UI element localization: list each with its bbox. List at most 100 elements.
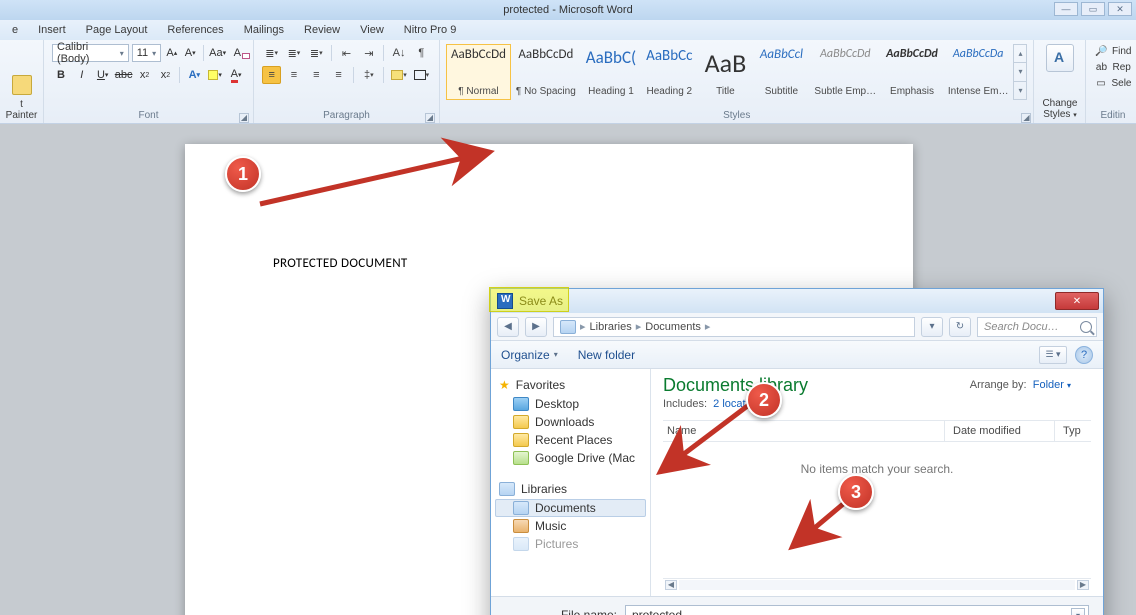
show-marks-button[interactable]: ¶	[412, 44, 431, 62]
superscript-button[interactable]: x2	[157, 66, 175, 84]
sidebar-favorites-header[interactable]: ★Favorites	[495, 375, 646, 395]
window-minimize-button[interactable]: —	[1054, 2, 1078, 16]
pictures-lib-icon	[513, 537, 529, 551]
decrease-indent-button[interactable]: ⇤	[337, 44, 356, 62]
tab-home[interactable]: e	[2, 20, 28, 40]
tab-mailings[interactable]: Mailings	[234, 20, 294, 40]
nav-back-button[interactable]: ◀	[497, 317, 519, 337]
sidebar-libraries-header[interactable]: Libraries	[495, 479, 646, 499]
change-styles-group: Change Styles ▾	[1034, 40, 1086, 123]
change-case-button[interactable]: Aa▾	[209, 44, 227, 62]
column-type[interactable]: Typ	[1055, 421, 1091, 441]
align-left-button[interactable]: ≡	[262, 66, 281, 84]
star-icon: ★	[499, 378, 510, 392]
scroll-right-button[interactable]: ▶	[1077, 580, 1089, 590]
scroll-left-button[interactable]: ◀	[665, 580, 677, 590]
arrange-by-link[interactable]: Folder ▾	[1033, 379, 1071, 391]
file-name-dropdown[interactable]: ▾	[1071, 608, 1085, 615]
nav-forward-button[interactable]: ▶	[525, 317, 547, 337]
tab-nitro[interactable]: Nitro Pro 9	[394, 20, 467, 40]
sidebar-item-pictures[interactable]: Pictures	[495, 535, 646, 553]
desktop-icon	[513, 397, 529, 411]
styles-dialog-launcher[interactable]: ◢	[1021, 113, 1031, 123]
styles-expand[interactable]: ▾	[1014, 82, 1026, 99]
help-button[interactable]: ?	[1075, 346, 1093, 364]
text-effects-button[interactable]: A▾	[185, 66, 203, 84]
clear-formatting-button[interactable]: A	[230, 44, 245, 62]
crumb-libraries[interactable]: Libraries	[590, 321, 632, 333]
font-name-combo[interactable]: Calibri (Body)	[52, 44, 129, 62]
style-item-nospacing[interactable]: AaBbCcDd¶ No Spacing	[511, 44, 581, 100]
search-placeholder: Search Docu…	[984, 321, 1059, 333]
align-center-button[interactable]: ≡	[284, 66, 303, 84]
file-name-field[interactable]: protected▾	[625, 605, 1089, 615]
organize-button[interactable]: Organize ▾	[501, 348, 558, 362]
dialog-titlebar[interactable]: Save As ✕	[491, 289, 1103, 313]
sidebar-item-gdrive[interactable]: Google Drive (Mac	[495, 449, 646, 467]
italic-button[interactable]: I	[73, 66, 91, 84]
shrink-font-button[interactable]: A▾	[182, 44, 197, 62]
font-dialog-launcher[interactable]: ◢	[239, 113, 249, 123]
tab-review[interactable]: Review	[294, 20, 350, 40]
style-item-emphasis[interactable]: AaBbCcDdEmphasis	[881, 44, 943, 100]
style-item-heading1[interactable]: AaBbC(Heading 1	[581, 44, 641, 100]
search-input[interactable]: Search Docu…	[977, 317, 1097, 337]
window-restore-button[interactable]: ▭	[1081, 2, 1105, 16]
tab-view[interactable]: View	[350, 20, 394, 40]
font-color-button[interactable]: A▾	[227, 66, 245, 84]
format-painter-icon[interactable]	[12, 75, 32, 95]
bullet-list-button[interactable]: ≣▾	[262, 44, 281, 62]
align-right-button[interactable]: ≡	[307, 66, 326, 84]
style-item-normal[interactable]: AaBbCcDd¶ Normal	[446, 44, 511, 100]
window-close-button[interactable]: ✕	[1108, 2, 1132, 16]
sidebar-item-downloads[interactable]: Downloads	[495, 413, 646, 431]
change-styles-icon[interactable]	[1046, 44, 1074, 72]
style-item-subtleemp[interactable]: AaBbCcDdSubtle Emp…	[809, 44, 881, 100]
increase-indent-button[interactable]: ⇥	[359, 44, 378, 62]
crumb-dropdown-button[interactable]: ▾	[921, 317, 943, 337]
styles-scroll-down[interactable]: ▾	[1014, 63, 1026, 81]
sidebar-item-recent[interactable]: Recent Places	[495, 431, 646, 449]
sidebar-item-music[interactable]: Music	[495, 517, 646, 535]
tab-insert[interactable]: Insert	[28, 20, 76, 40]
sort-button[interactable]: A↓	[389, 44, 408, 62]
sidebar-item-desktop[interactable]: Desktop	[495, 395, 646, 413]
column-date[interactable]: Date modified	[945, 421, 1055, 441]
underline-button[interactable]: U▾	[94, 66, 112, 84]
style-item-heading2[interactable]: AaBbCcHeading 2	[641, 44, 697, 100]
crumb-documents[interactable]: Documents	[645, 321, 701, 333]
view-options-button[interactable]: ☰ ▾	[1039, 346, 1067, 364]
breadcrumb[interactable]: ▸ Libraries ▸ Documents ▸	[553, 317, 915, 337]
justify-button[interactable]: ≡	[329, 66, 348, 84]
styles-scroll[interactable]: ▴▾▾	[1013, 44, 1027, 100]
grow-font-button[interactable]: A▴	[164, 44, 179, 62]
tab-pagelayout[interactable]: Page Layout	[76, 20, 158, 40]
subscript-button[interactable]: x2	[136, 66, 154, 84]
new-folder-button[interactable]: New folder	[578, 348, 635, 362]
line-spacing-button[interactable]: ‡▾	[359, 66, 378, 84]
replace-button[interactable]: abRep	[1094, 60, 1131, 74]
highlight-button[interactable]: ▾	[206, 66, 224, 84]
bold-button[interactable]: B	[52, 66, 70, 84]
style-item-title[interactable]: AaBTitle	[697, 44, 753, 100]
font-size-combo[interactable]: 11	[132, 44, 161, 62]
paragraph-dialog-launcher[interactable]: ◢	[425, 113, 435, 123]
style-item-subtitle[interactable]: AaBbCclSubtitle	[753, 44, 809, 100]
sidebar-item-documents[interactable]: Documents	[495, 499, 646, 517]
horizontal-scrollbar[interactable]: ◀ ▶	[663, 578, 1091, 590]
style-name-label: Subtle Emp…	[814, 86, 876, 97]
documents-lib-icon	[513, 501, 529, 515]
style-item-intenseemp[interactable]: AaBbCcDaIntense Em…	[943, 44, 1014, 100]
number-list-button[interactable]: ≣▾	[284, 44, 303, 62]
shading-button[interactable]: ▾	[389, 66, 408, 84]
dialog-close-button[interactable]: ✕	[1055, 292, 1099, 310]
refresh-button[interactable]: ↻	[949, 317, 971, 337]
borders-button[interactable]: ▾	[412, 66, 431, 84]
select-button[interactable]: ▭Sele	[1094, 76, 1131, 90]
column-name[interactable]: Name	[663, 421, 945, 441]
multilevel-list-button[interactable]: ≣▾	[307, 44, 326, 62]
strikethrough-button[interactable]: abc	[115, 66, 133, 84]
find-button[interactable]: 🔎Find	[1094, 44, 1131, 58]
styles-scroll-up[interactable]: ▴	[1014, 45, 1026, 63]
tab-references[interactable]: References	[157, 20, 233, 40]
